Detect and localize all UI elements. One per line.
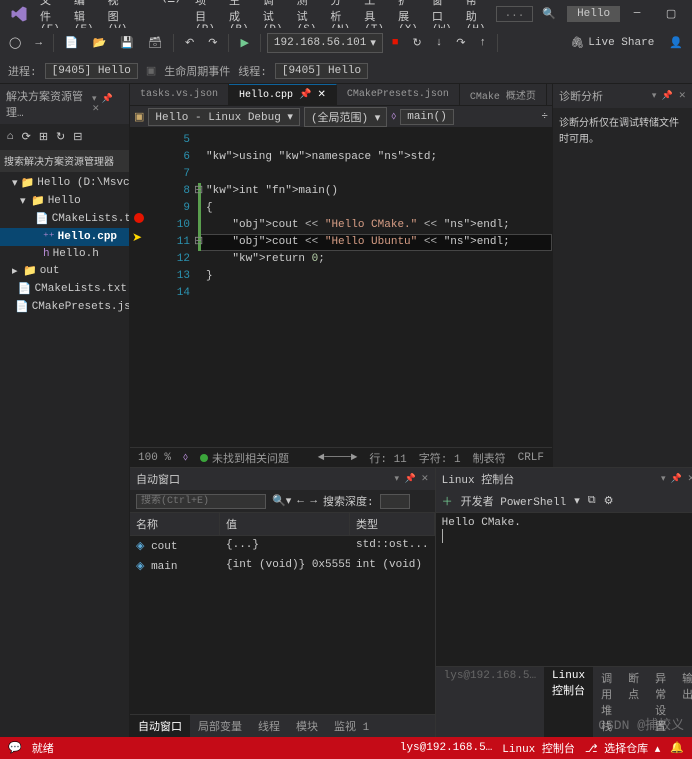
editor-tab[interactable]: tasks.vs.json [130, 84, 229, 105]
account-icon[interactable]: 👤 [664, 33, 688, 53]
undo-icon[interactable]: ↶ [180, 33, 199, 53]
tree-item[interactable]: 📄 CMakeLists.txt [0, 280, 129, 298]
table-row[interactable]: ◈ cout{...}std::ost... [130, 536, 435, 556]
close-button[interactable]: ✕ [688, 0, 692, 28]
tree-item[interactable]: 📄 CMakeLists.t [0, 210, 129, 228]
notifications-icon[interactable]: 🔔 [670, 741, 684, 755]
lower-tab[interactable]: 断点 [620, 667, 647, 737]
restart-icon[interactable]: ↻ [407, 33, 426, 53]
editor-tab[interactable]: Hello.cpp 📌 ✕ [229, 84, 337, 105]
redo-icon[interactable]: ↷ [203, 33, 222, 53]
new-icon[interactable]: 📄 [60, 33, 84, 53]
open-icon[interactable]: 📂 [88, 33, 112, 53]
process-label: 进程: [8, 63, 37, 79]
tree-item[interactable]: ▸📁 out [0, 262, 129, 280]
lower-tab[interactable]: 输出 [674, 667, 692, 737]
autos-header: 自动窗口▾ 📌 ✕ [130, 468, 435, 490]
stop-icon[interactable]: ■ [387, 34, 404, 52]
statusbar: 💬 就绪 lys@192.168.5… Linux 控制台 ⎇ 选择仓库 ▴ 🔔 [0, 737, 692, 759]
home-icon[interactable]: ⌂ [4, 128, 17, 146]
settings-icon[interactable]: ⚙ [604, 494, 614, 508]
solution-name-badge: Hello [567, 6, 620, 22]
code-editor[interactable]: ➤ 567891011121314 "kw">using "kw">namesp… [130, 128, 552, 447]
editor-tabs: tasks.vs.jsonHello.cpp 📌 ✕CMakePresets.j… [130, 84, 552, 106]
editor-tab[interactable]: CMake 概述页 [460, 84, 547, 105]
vs-logo-icon [10, 5, 28, 23]
live-share-button[interactable]: 🖇 Live Share [564, 33, 660, 53]
tree-item[interactable]: h Hello.h [0, 246, 129, 262]
nav-back-icon[interactable]: ◯ [4, 33, 26, 53]
search-icon[interactable]: 🔍 [537, 4, 561, 24]
debug-toolbar: 进程: [9405] Hello ▣ 生命周期事件 线程: [9405] Hel… [0, 58, 692, 84]
console-header: Linux 控制台▾ 📌 ✕ [436, 468, 692, 490]
refresh-icon[interactable]: ↻ [53, 128, 68, 146]
search-go-icon[interactable]: 🔍▾ [272, 494, 291, 508]
table-row[interactable]: ◈ main{int (void)} 0x5555555551a...int (… [130, 556, 435, 576]
autos-tab[interactable]: 局部变量 [190, 715, 250, 737]
autos-tab[interactable]: 模块 [288, 715, 326, 737]
save-all-icon[interactable]: 🗃 [143, 33, 167, 53]
main-toolbar: ◯ → 📄 📂 💾 🗃 ↶ ↷ ▶ 192.168.56.101 ▾ ■ ↻ ↓… [0, 28, 692, 58]
lower-tab[interactable]: 调用堆栈 [593, 667, 620, 737]
lower-tab[interactable]: 异常设置 [647, 667, 674, 737]
scope-dropdown[interactable]: (全局范围) ▾ [304, 107, 387, 127]
tree-item[interactable]: ⁺⁺ Hello.cpp [0, 228, 129, 246]
step-out-icon[interactable]: ↑ [475, 34, 492, 52]
sync-icon[interactable]: ⟳ [19, 128, 34, 146]
lifecycle-label: 生命周期事件 [164, 63, 230, 79]
maximize-button[interactable]: ▢ [654, 0, 688, 28]
view-icon[interactable]: ⊞ [36, 128, 51, 146]
feedback-icon[interactable]: 💬 [8, 741, 22, 755]
nav-fwd-icon[interactable]: → [30, 34, 47, 52]
config-dropdown[interactable]: Hello - Linux Debug ▾ [148, 108, 300, 126]
thread-dropdown[interactable]: [9405] Hello [275, 63, 368, 79]
console-tab[interactable]: Linux 控制台 [544, 667, 593, 737]
add-console-icon[interactable]: ＋ [442, 493, 453, 509]
step-over-icon[interactable]: ↷ [451, 33, 470, 53]
tree-item[interactable]: ▾📁 Hello (D:\MsvcLinu [0, 174, 129, 192]
autos-tab[interactable]: 自动窗口 [130, 715, 190, 737]
console-output[interactable]: Hello CMake. [436, 513, 692, 666]
autos-search-input[interactable] [136, 494, 266, 509]
step-into-icon[interactable]: ↓ [431, 34, 448, 52]
minimize-button[interactable]: ─ [620, 0, 654, 28]
copy-icon[interactable]: ⧉ [588, 495, 596, 507]
target-ip-dropdown[interactable]: 192.168.56.101 ▾ [267, 33, 383, 53]
thread-label: 线程: [238, 63, 267, 79]
solution-tree: ▾📁 Hello (D:\MsvcLinu▾📁 Hello📄 CMakeList… [0, 172, 129, 737]
solution-explorer-header: 解决方案资源管理…▾ 📌 ✕ [0, 84, 129, 124]
save-icon[interactable]: 💾 [115, 33, 139, 53]
tree-item[interactable]: ▾📁 Hello [0, 192, 129, 210]
editor-tab[interactable]: CMakePresets.json [337, 84, 460, 105]
search-nav[interactable]: ... [496, 6, 534, 22]
autos-table[interactable]: ◈ cout{...}std::ost...◈ main{int (void)}… [130, 536, 435, 714]
editor-statusbar: 100 % ⬨ 未找到相关问题 ◄────► 行: 11 字符: 1 制表符 C… [130, 447, 552, 467]
process-dropdown[interactable]: [9405] Hello [45, 63, 138, 79]
function-dropdown[interactable]: main() [400, 109, 454, 125]
autos-tab[interactable]: 监视 1 [326, 715, 377, 737]
diagnostics-header: 诊断分析▾ 📌 ✕ [553, 84, 692, 108]
continue-button[interactable]: ▶ [235, 33, 253, 53]
diagnostics-text: 诊断分析仅在调试转储文件时可用。 [553, 108, 692, 152]
tree-item[interactable]: 📄 CMakePresets.js [0, 298, 129, 316]
collapse-icon[interactable]: ⊟ [70, 128, 85, 146]
split-icon[interactable]: ÷ [541, 111, 548, 123]
search-section-label: 搜索解决方案资源管理器 [0, 150, 129, 172]
search-depth-input[interactable] [380, 494, 410, 509]
autos-tab[interactable]: 线程 [250, 715, 288, 737]
